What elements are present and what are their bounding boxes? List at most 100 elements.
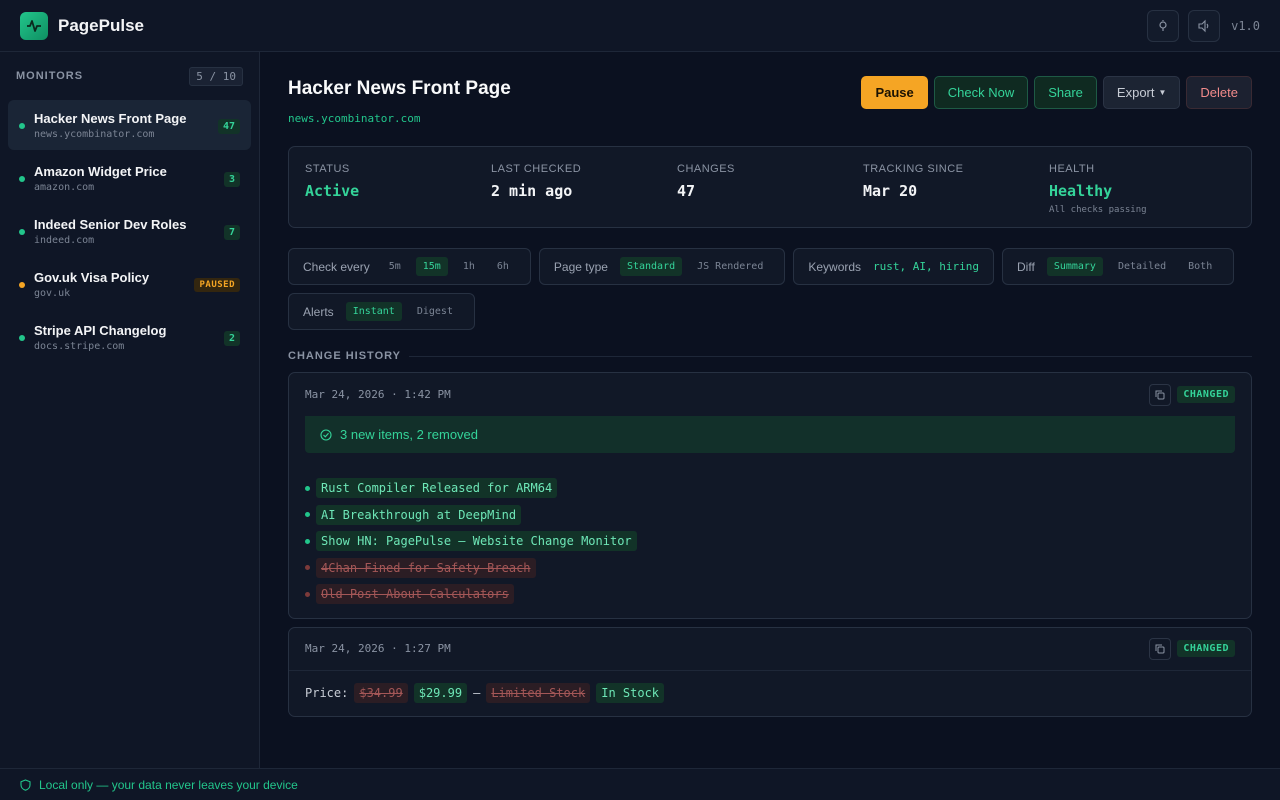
price-change-row: Price: $34.99 $29.99 — Limited Stock In … — [289, 671, 1251, 716]
stat-status: STATUS Active — [305, 163, 491, 227]
theme-toggle-button[interactable] — [1147, 9, 1180, 42]
removed-bullet — [305, 565, 310, 571]
diff-option-detailed[interactable]: Detailed — [1111, 257, 1173, 276]
app-name: PagePulse — [58, 15, 144, 35]
added-bullet — [305, 512, 310, 518]
alerts-option-instant[interactable]: Instant — [345, 302, 402, 321]
pause-button[interactable]: Pause — [861, 76, 928, 109]
keywords-value[interactable]: rust, AI, hiring — [873, 260, 979, 273]
price-label: Price: — [305, 686, 349, 700]
sidebar-item-hacker-news[interactable]: Hacker News Front Page news.ycombinator.… — [8, 100, 251, 150]
section-title: CHANGE HISTORY — [288, 350, 402, 362]
added-bullet — [305, 485, 310, 491]
diff-option-summary[interactable]: Summary — [1046, 257, 1103, 276]
keywords-group[interactable]: Keywords rust, AI, hiring — [793, 248, 995, 285]
sound-toggle-button[interactable] — [1188, 9, 1221, 42]
copy-icon — [1155, 644, 1165, 653]
status-dot — [19, 282, 25, 288]
change-count-badge: 47 — [217, 119, 240, 134]
copy-button[interactable] — [1149, 637, 1172, 660]
page-type-js-rendered[interactable]: JS Rendered — [690, 257, 770, 276]
sidebar-item-amazon[interactable]: Amazon Widget Price amazon.com 3 — [8, 153, 251, 203]
monitor-url: docs.stripe.com — [34, 341, 125, 352]
monitor-name: Amazon Widget Price — [34, 164, 167, 179]
stat-value: Healthy — [1049, 182, 1113, 200]
option-label: Diff — [1017, 259, 1035, 274]
diff-option-both[interactable]: Both — [1181, 257, 1219, 276]
diff-list: Rust Compiler Released for ARM64 AI Brea… — [289, 453, 1251, 618]
check-interval-group: Check every 5m 15m 1h 6h — [288, 248, 531, 285]
copy-icon — [1155, 390, 1165, 399]
stat-label: LAST CHECKED — [491, 163, 582, 175]
stat-value: Mar 20 — [863, 182, 918, 200]
changed-badge: CHANGED — [1177, 640, 1235, 657]
monitor-url: indeed.com — [34, 235, 95, 246]
stats-panel: STATUS Active LAST CHECKED 2 min ago CHA… — [288, 146, 1252, 228]
page-url: news.ycombinator.com — [288, 112, 421, 125]
status-dot — [19, 123, 25, 129]
status-dot — [19, 176, 25, 182]
page-title: Hacker News Front Page — [288, 78, 511, 99]
delete-button[interactable]: Delete — [1186, 76, 1252, 109]
option-label: Page type — [553, 259, 608, 274]
status-dot — [19, 229, 25, 235]
privacy-note: Local only — your data never leaves your… — [39, 777, 298, 792]
option-label: Keywords — [808, 259, 862, 274]
removed-item: Old Post About Calculators — [305, 581, 1235, 608]
changed-badge: CHANGED — [1177, 386, 1235, 403]
copy-button[interactable] — [1149, 383, 1172, 406]
interval-option-1h[interactable]: 1h — [456, 257, 482, 276]
stat-label: STATUS — [305, 163, 350, 175]
removed-bullet — [305, 591, 310, 597]
main-content: Hacker News Front Page news.ycombinator.… — [288, 52, 1252, 717]
added-text: Rust Compiler Released for ARM64 — [316, 478, 558, 499]
monitor-name: Indeed Senior Dev Roles — [34, 217, 187, 232]
new-stock: In Stock — [596, 683, 665, 703]
caret-down-icon: ▼ — [1158, 88, 1167, 97]
added-item: AI Breakthrough at DeepMind — [305, 502, 1235, 529]
diff-mode-group: Diff Summary Detailed Both — [1002, 248, 1235, 285]
added-text: AI Breakthrough at DeepMind — [316, 504, 522, 525]
removed-text: Old Post About Calculators — [316, 584, 514, 605]
removed-item: 4Chan Fined for Safety Breach — [305, 555, 1235, 582]
monitor-url: amazon.com — [34, 182, 95, 193]
page-type-group: Page type Standard JS Rendered — [538, 248, 786, 285]
speaker-icon — [1198, 19, 1209, 32]
check-circle-icon — [320, 428, 332, 441]
change-count-badge: 3 — [223, 172, 240, 187]
action-bar: Pause Check Now Share Export ▼ Delete — [861, 76, 1252, 109]
separator: — — [473, 686, 481, 700]
check-now-button[interactable]: Check Now — [933, 76, 1029, 109]
new-price: $29.99 — [413, 683, 468, 703]
added-bullet — [305, 538, 310, 544]
change-history-heading: CHANGE HISTORY — [288, 350, 1252, 362]
interval-option-6h[interactable]: 6h — [490, 257, 516, 276]
history-entry: Mar 24, 2026 · 1:42 PM CHANGED 3 new ite… — [288, 372, 1252, 619]
option-label: Alerts — [303, 304, 334, 319]
history-entry: Mar 24, 2026 · 1:27 PM CHANGED Price: $3… — [288, 626, 1252, 717]
old-price: $34.99 — [354, 683, 408, 703]
export-button[interactable]: Export ▼ — [1102, 76, 1181, 109]
sidebar-item-stripe[interactable]: Stripe API Changelog docs.stripe.com 2 — [8, 312, 251, 362]
pulse-logo-icon — [20, 11, 48, 40]
stat-health: HEALTH Healthy All checks passing — [1049, 163, 1235, 227]
stat-label: CHANGES — [677, 163, 735, 175]
sidebar-item-gov-uk[interactable]: Gov.uk Visa Policy gov.uk PAUSED — [8, 259, 251, 309]
page-type-standard[interactable]: Standard — [619, 257, 683, 276]
sidebar: MONITORS 5 / 10 Hacker News Front Page n… — [0, 52, 260, 768]
share-button[interactable]: Share — [1034, 76, 1097, 109]
stat-value: Active — [305, 182, 360, 200]
interval-option-15m[interactable]: 15m — [415, 257, 448, 276]
stat-subtext: All checks passing — [1049, 205, 1147, 215]
entry-timestamp: Mar 24, 2026 · 1:27 PM — [305, 642, 451, 655]
stat-label: TRACKING SINCE — [863, 163, 964, 175]
status-dot — [19, 335, 25, 341]
added-item: Rust Compiler Released for ARM64 — [305, 475, 1235, 502]
sidebar-item-indeed[interactable]: Indeed Senior Dev Roles indeed.com 7 — [8, 206, 251, 256]
alerts-option-digest[interactable]: Digest — [410, 302, 460, 321]
change-count-badge: 7 — [223, 225, 240, 240]
option-label: Check every — [303, 259, 370, 274]
interval-option-5m[interactable]: 5m — [382, 257, 408, 276]
paused-badge: PAUSED — [194, 278, 240, 292]
divider — [409, 355, 1252, 357]
